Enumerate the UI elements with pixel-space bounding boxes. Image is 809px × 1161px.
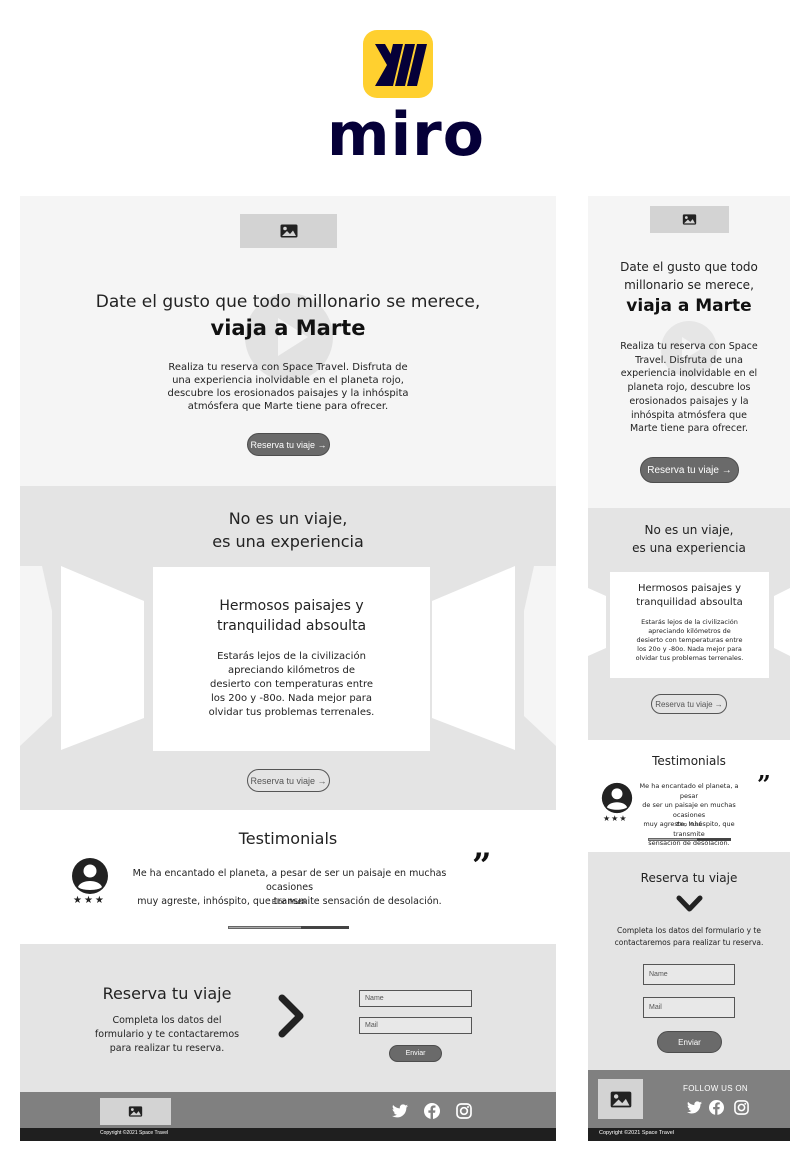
chevron-down-icon xyxy=(676,895,703,912)
mobile-experience-section: No es un viaje, es una experiencia Hermo… xyxy=(588,508,790,740)
submit-button[interactable]: Enviar xyxy=(389,1045,442,1062)
hero-title-bold: viaja a Marte xyxy=(210,316,366,340)
image-icon xyxy=(280,224,297,238)
card-description: Estarás lejos de la civilización aprecia… xyxy=(208,651,375,718)
image-icon xyxy=(610,1091,631,1107)
desktop-footer xyxy=(20,1092,556,1128)
desktop-booking-section: Reserva tu viaje Completa los datos del … xyxy=(20,944,556,1092)
mobile-booking-section: Reserva tu viaje Completa los datos del … xyxy=(588,852,790,1070)
hero-title-line: Date el gusto que todo millonario se mer… xyxy=(95,292,481,312)
miro-logo-icon xyxy=(363,30,433,98)
booking-title: Reserva tu viaje xyxy=(102,984,232,1003)
testimonial-author: Elon Musk xyxy=(271,898,308,906)
experience-reserve-button[interactable]: Reserva tu viaje → xyxy=(651,694,727,714)
experience-card: Hermosos paisajes y tranquilidad absoult… xyxy=(153,567,430,751)
follow-us-label: FOLLOW US ON xyxy=(683,1084,748,1093)
testimonials-title: Testimonials xyxy=(652,754,726,768)
mail-input[interactable]: Mail xyxy=(643,997,735,1018)
quote-mark-icon: ” xyxy=(757,770,771,799)
hero-title-lines: Date el gusto que todo millonario se mer… xyxy=(620,260,758,292)
copyright-text: Copyright ©2021 Space Travel xyxy=(100,1130,169,1136)
carousel-indicator[interactable] xyxy=(648,838,731,841)
image-icon xyxy=(682,214,697,225)
mobile-footer: FOLLOW US ON xyxy=(588,1070,790,1128)
card-description: Estarás lejos de la civilización aprecia… xyxy=(635,618,744,662)
miro-logo-wordmark: miro xyxy=(327,100,485,170)
desktop-copyright-bar: Copyright ©2021 Space Travel xyxy=(20,1128,556,1141)
mobile-copyright-bar: Copyright ©2021 Space Travel xyxy=(588,1128,790,1141)
desktop-testimonials-section: Testimonials ★★★ Me ha encantado el plan… xyxy=(20,810,556,944)
twitter-icon[interactable] xyxy=(392,1104,408,1118)
chevron-right-icon xyxy=(278,994,304,1038)
booking-title: Reserva tu viaje xyxy=(640,871,738,885)
mobile-testimonials-section: Testimonials ★★★ Me ha encantado el plan… xyxy=(588,740,790,852)
hero-description: Realiza tu reserva con Space Travel. Dis… xyxy=(620,341,758,435)
name-input[interactable]: Name xyxy=(643,964,735,985)
mobile-hero-section: Date el gusto que todo millonario se mer… xyxy=(588,196,790,508)
quote-mark-icon: ” xyxy=(472,846,492,886)
instagram-icon[interactable] xyxy=(456,1103,472,1119)
footer-logo-placeholder xyxy=(100,1098,171,1125)
mail-input[interactable]: Mail xyxy=(359,1017,472,1034)
hero-reserve-button[interactable]: Reserva tu viaje → xyxy=(640,457,739,483)
rating-stars: ★★★ xyxy=(603,814,628,823)
carousel-indicator[interactable] xyxy=(228,926,349,929)
experience-title: No es un viaje, es una experiencia xyxy=(212,509,364,551)
avatar-icon xyxy=(601,782,633,814)
facebook-icon[interactable] xyxy=(424,1103,440,1119)
hero-image-placeholder xyxy=(240,214,337,248)
booking-description: Completa los datos del formulario y te c… xyxy=(614,926,764,947)
hero-title-bold: viaja a Marte xyxy=(626,296,752,316)
card-title: Hermosos paisajes y tranquilidad absoult… xyxy=(636,583,743,608)
hero-image-placeholder xyxy=(650,206,729,233)
card-title: Hermosos paisajes y tranquilidad absoult… xyxy=(216,598,367,634)
instagram-icon[interactable] xyxy=(734,1100,749,1115)
submit-button[interactable]: Enviar xyxy=(657,1031,722,1053)
hero-description: Realiza tu reserva con Space Travel. Dis… xyxy=(167,362,409,412)
image-icon xyxy=(128,1106,143,1117)
name-input[interactable]: Name xyxy=(359,990,472,1007)
twitter-icon[interactable] xyxy=(687,1101,702,1114)
rating-stars: ★★★ xyxy=(73,895,106,906)
facebook-icon[interactable] xyxy=(709,1100,724,1115)
testimonial-author: Elon Musk xyxy=(676,822,702,828)
footer-logo-placeholder xyxy=(598,1079,643,1119)
desktop-experience-section: No es un viaje, es una experiencia Hermo… xyxy=(20,486,556,810)
avatar-icon xyxy=(72,858,108,894)
desktop-hero-section: Date el gusto que todo millonario se mer… xyxy=(20,196,556,486)
experience-card: Hermosos paisajes y tranquilidad absoult… xyxy=(610,572,769,678)
experience-reserve-button[interactable]: Reserva tu viaje → xyxy=(247,769,330,792)
copyright-text: Copyright ©2021 Space Travel xyxy=(599,1130,674,1136)
experience-title: No es un viaje, es una experiencia xyxy=(632,523,746,555)
hero-reserve-button[interactable]: Reserva tu viaje → xyxy=(247,433,330,456)
booking-description: Completa los datos del formulario y te c… xyxy=(94,1015,240,1054)
